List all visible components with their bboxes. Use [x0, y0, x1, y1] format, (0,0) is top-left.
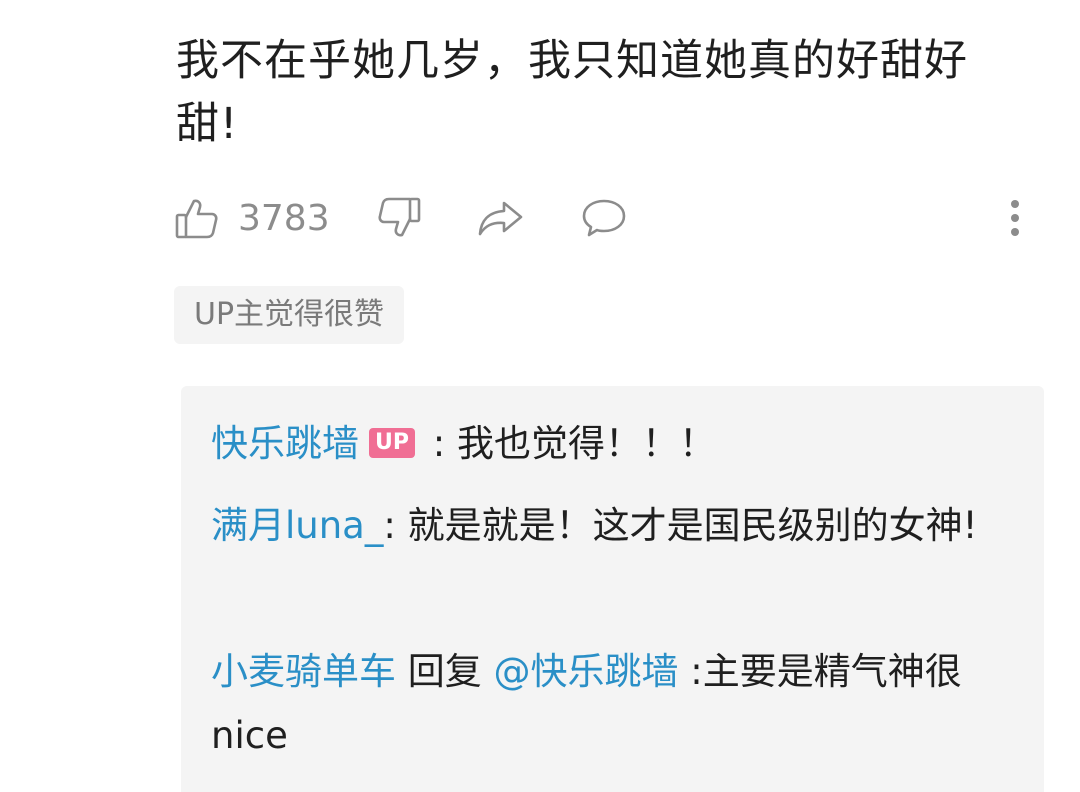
reply-text: 我也觉得！！！ [457, 422, 716, 465]
reply-username[interactable]: 小麦骑单车 [211, 650, 396, 693]
reply-separator: : [421, 422, 457, 465]
dislike-button[interactable] [376, 188, 422, 248]
more-icon [1009, 198, 1021, 238]
reply-word: 回复 [396, 650, 494, 693]
reply-username[interactable]: 快乐跳墙 [211, 422, 359, 465]
share-icon [476, 195, 526, 241]
reply-separator: : [678, 650, 703, 693]
up-liked-badge: UP主觉得很赞 [174, 286, 405, 344]
like-count: 3783 [238, 197, 330, 239]
reply-item: 快乐跳墙 UP : 我也觉得！！！ [211, 412, 1001, 476]
up-tag: UP [369, 427, 415, 458]
reply-separator: : [383, 504, 408, 547]
reply-panel[interactable]: 快乐跳墙 UP : 我也觉得！！！ 满月luna_: 就是就是！这才是国民级别的女… [181, 386, 1044, 792]
comment-text: 我不在乎她几岁，我只知道她真的好甜好甜! [176, 36, 968, 149]
reply-button[interactable] [580, 188, 628, 248]
comment-icon [580, 195, 628, 241]
comment-action-bar: 3783 [174, 188, 1034, 248]
share-button[interactable] [476, 188, 526, 248]
reply-item: 满月luna_: 就是就是！这才是国民级别的女神! [211, 494, 1001, 558]
thumbs-up-icon [174, 195, 220, 241]
reply-username[interactable]: 满月luna_ [211, 504, 383, 547]
reply-item: 小麦骑单车 回复 @快乐跳墙 :主要是精气神很nice [211, 640, 1001, 768]
like-button[interactable]: 3783 [174, 188, 330, 248]
reply-text: 就是就是！这才是国民级别的女神! [407, 504, 978, 547]
reply-mention[interactable]: @快乐跳墙 [494, 650, 679, 693]
thumbs-down-icon [376, 195, 422, 241]
more-options-button[interactable] [1000, 188, 1030, 248]
comment-view: 我不在乎她几岁，我只知道她真的好甜好甜! 3783 UP主觉得很赞 快乐跳墙 U… [0, 0, 1080, 792]
